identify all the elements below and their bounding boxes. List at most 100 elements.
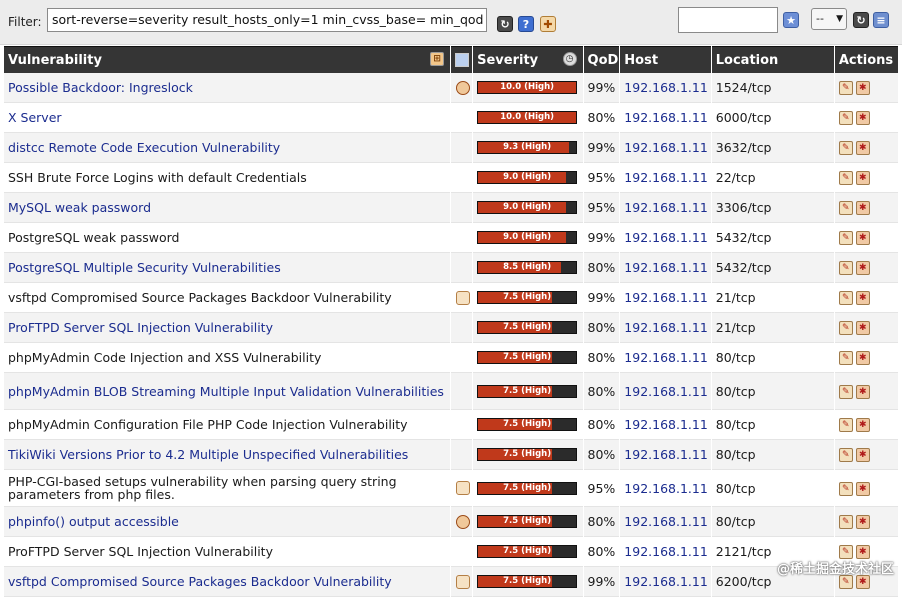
severity-bar: 7.5 (High) <box>477 384 578 398</box>
severity-bar: 7.5 (High) <box>477 291 578 304</box>
add-note-icon[interactable]: ✎ <box>838 321 853 336</box>
column-header-vulnerability[interactable]: Vulnerability ⊞ <box>4 46 451 73</box>
add-override-icon[interactable]: ✱ <box>855 351 870 366</box>
add-override-icon[interactable]: ✱ <box>855 291 870 306</box>
qod-type-cell <box>451 313 473 343</box>
host-link[interactable]: 192.168.1.11 <box>624 260 708 275</box>
filter-name-input[interactable] <box>678 7 778 33</box>
host-link[interactable]: 192.168.1.11 <box>624 110 708 125</box>
add-override-icon[interactable]: ✱ <box>855 201 870 216</box>
severity-cell: 8.5 (High) <box>473 253 583 283</box>
add-override-icon[interactable]: ✱ <box>855 321 870 336</box>
vulnerability-link[interactable]: PostgreSQL Multiple Security Vulnerabili… <box>8 260 281 275</box>
save-filter-icon[interactable]: ★ <box>783 12 799 28</box>
host-link[interactable]: 192.168.1.11 <box>624 350 708 365</box>
severity-label: 7.5 (High) <box>503 516 552 526</box>
add-note-icon[interactable]: ✎ <box>838 481 853 496</box>
vulnerability-link[interactable]: PostgreSQL weak password <box>8 230 179 245</box>
host-link[interactable]: 192.168.1.11 <box>624 290 708 305</box>
filter-list-icon[interactable]: ≡ <box>873 12 889 28</box>
column-header-host[interactable]: Host <box>620 46 711 73</box>
vulnerability-link[interactable]: PHP-CGI-based setups vulnerability when … <box>8 474 397 502</box>
vulnerability-link[interactable]: distcc Remote Code Execution Vulnerabili… <box>8 140 280 155</box>
add-note-icon[interactable]: ✎ <box>838 351 853 366</box>
qod-cell: 80% <box>583 253 620 283</box>
add-note-icon[interactable]: ✎ <box>838 261 853 276</box>
add-note-icon[interactable]: ✎ <box>838 141 853 156</box>
add-override-icon[interactable]: ✱ <box>855 141 870 156</box>
host-link[interactable]: 192.168.1.11 <box>624 320 708 335</box>
add-override-icon[interactable]: ✱ <box>855 81 870 96</box>
add-override-icon[interactable]: ✱ <box>855 515 870 530</box>
qod-cell: 80% <box>583 410 620 440</box>
vulnerability-link[interactable]: phpinfo() output accessible <box>8 514 179 529</box>
host-link[interactable]: 192.168.1.11 <box>624 384 708 399</box>
add-override-icon[interactable]: ✱ <box>855 448 870 463</box>
add-override-icon[interactable]: ✱ <box>855 481 870 496</box>
help-icon[interactable]: ? <box>518 16 534 32</box>
vulnerability-link[interactable]: vsftpd Compromised Source Packages Backd… <box>8 574 392 589</box>
vulnerability-link[interactable]: X Server <box>8 110 62 125</box>
add-note-icon[interactable]: ✎ <box>838 111 853 126</box>
column-header-severity[interactable]: Severity ◷ <box>473 46 583 73</box>
add-note-icon[interactable]: ✎ <box>838 171 853 186</box>
filter-input[interactable]: sort-reverse=severity result_hosts_only=… <box>47 8 487 32</box>
qod-type-cell <box>451 193 473 223</box>
sort-icon[interactable]: ◷ <box>562 52 577 66</box>
host-link[interactable]: 192.168.1.11 <box>624 170 708 185</box>
vulnerability-link[interactable]: ProFTPD Server SQL Injection Vulnerabili… <box>8 544 273 559</box>
vulnerability-link[interactable]: TikiWiki Versions Prior to 4.2 Multiple … <box>8 447 408 462</box>
filter-select[interactable]: -- ▼ <box>811 8 847 30</box>
add-note-icon[interactable]: ✎ <box>838 81 853 96</box>
host-link[interactable]: 192.168.1.11 <box>624 140 708 155</box>
host-cell: 192.168.1.11 <box>620 223 711 253</box>
host-link[interactable]: 192.168.1.11 <box>624 200 708 215</box>
column-header-qod[interactable]: QoD <box>583 46 620 73</box>
host-link[interactable]: 192.168.1.11 <box>624 417 708 432</box>
host-link[interactable]: 192.168.1.11 <box>624 514 708 529</box>
add-override-icon[interactable]: ✱ <box>855 111 870 126</box>
host-cell: 192.168.1.11 <box>620 440 711 470</box>
apply-filter-icon[interactable]: ↻ <box>853 12 869 28</box>
add-override-icon[interactable]: ✱ <box>855 231 870 246</box>
add-note-icon[interactable]: ✎ <box>838 201 853 216</box>
toggle-details-icon[interactable] <box>455 53 470 67</box>
add-note-icon[interactable]: ✎ <box>838 515 853 530</box>
vulnerability-link[interactable]: SSH Brute Force Logins with default Cred… <box>8 170 307 185</box>
host-link[interactable]: 192.168.1.11 <box>624 80 708 95</box>
new-filter-icon[interactable]: ✚ <box>540 16 556 32</box>
vulnerability-link[interactable]: phpMyAdmin Configuration File PHP Code I… <box>8 417 408 432</box>
vulnerability-link[interactable]: vsftpd Compromised Source Packages Backd… <box>8 290 392 305</box>
host-link[interactable]: 192.168.1.11 <box>624 544 708 559</box>
add-override-icon[interactable]: ✱ <box>855 418 870 433</box>
vulnerability-link[interactable]: Possible Backdoor: Ingreslock <box>8 80 193 95</box>
add-note-icon[interactable]: ✎ <box>838 231 853 246</box>
add-override-icon[interactable]: ✱ <box>855 384 870 399</box>
host-link[interactable]: 192.168.1.11 <box>624 447 708 462</box>
add-override-icon[interactable]: ✱ <box>855 171 870 186</box>
add-note-icon[interactable]: ✎ <box>838 418 853 433</box>
add-override-icon[interactable]: ✱ <box>855 575 870 590</box>
column-header-location[interactable]: Location <box>711 46 834 73</box>
vulnerability-link[interactable]: phpMyAdmin Code Injection and XSS Vulner… <box>8 350 321 365</box>
host-cell: 192.168.1.11 <box>620 470 711 507</box>
add-note-icon[interactable]: ✎ <box>838 291 853 306</box>
host-link[interactable]: 192.168.1.11 <box>624 481 708 496</box>
refresh-icon[interactable]: ↻ <box>497 16 513 32</box>
vulnerability-name-cell: phpMyAdmin Configuration File PHP Code I… <box>4 410 451 440</box>
severity-cell: 7.5 (High) <box>473 313 583 343</box>
host-link[interactable]: 192.168.1.11 <box>624 230 708 245</box>
add-note-icon[interactable]: ✎ <box>838 575 853 590</box>
add-note-icon[interactable]: ✎ <box>838 448 853 463</box>
host-cell: 192.168.1.11 <box>620 410 711 440</box>
host-link[interactable]: 192.168.1.11 <box>624 574 708 589</box>
add-override-icon[interactable]: ✱ <box>855 261 870 276</box>
add-note-icon[interactable]: ✎ <box>838 384 853 399</box>
actions-cell: ✎ ✱ <box>834 283 898 313</box>
column-header-actions: Actions <box>834 46 898 73</box>
vulnerability-link[interactable]: ProFTPD Server SQL Injection Vulnerabili… <box>8 320 273 335</box>
details-icon[interactable]: ⊞ <box>430 52 445 66</box>
vulnerability-link[interactable]: MySQL weak password <box>8 200 151 215</box>
host-cell: 192.168.1.11 <box>620 253 711 283</box>
vulnerability-link[interactable]: phpMyAdmin BLOB Streaming Multiple Input… <box>8 384 444 399</box>
